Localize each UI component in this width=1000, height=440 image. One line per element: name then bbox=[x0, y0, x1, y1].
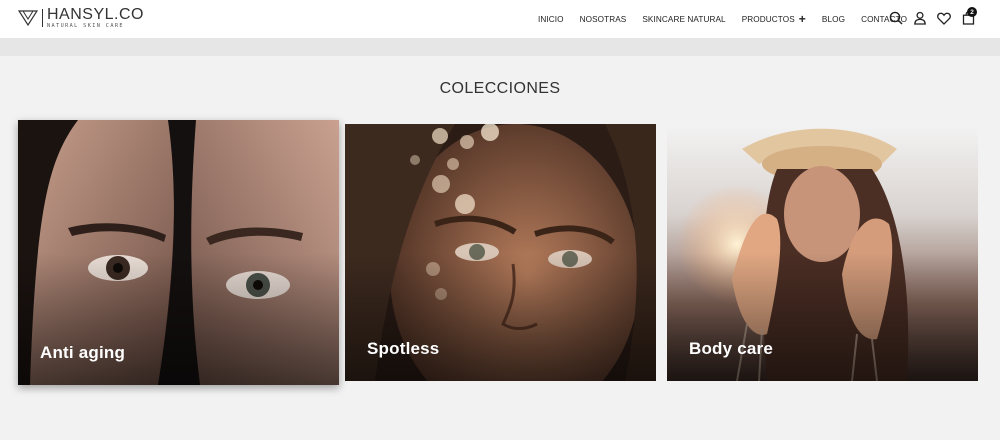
card-gradient-overlay bbox=[345, 252, 656, 381]
site-header: HANSYL.CO NATURAL SKIN CARE INICIO NOSOT… bbox=[0, 0, 1000, 38]
collection-label-body-care: Body care bbox=[689, 339, 774, 358]
logo-divider bbox=[42, 9, 43, 27]
plus-icon: + bbox=[798, 12, 806, 26]
cart-count-badge: 2 bbox=[967, 7, 977, 17]
brand-tagline: NATURAL SKIN CARE bbox=[47, 22, 124, 29]
collection-card-spotless[interactable]: Spotless bbox=[345, 124, 656, 381]
nav-item-nosotras[interactable]: NOSOTRAS bbox=[580, 15, 627, 24]
brand-logo[interactable]: HANSYL.CO NATURAL SKIN CARE bbox=[18, 5, 144, 29]
brand-name: HANSYL.CO bbox=[47, 5, 144, 23]
nav-item-skincare-natural[interactable]: SKINCARE NATURAL bbox=[642, 15, 725, 24]
search-icon bbox=[889, 11, 903, 25]
nav-item-productos-label: PRODUCTOS bbox=[741, 14, 795, 24]
nav-item-blog[interactable]: BLOG bbox=[822, 15, 845, 24]
collection-label-anti-aging: Anti aging bbox=[40, 343, 126, 362]
account-button[interactable] bbox=[910, 8, 930, 28]
search-button[interactable] bbox=[886, 8, 906, 28]
user-icon bbox=[914, 11, 926, 25]
nav-item-inicio[interactable]: INICIO bbox=[538, 15, 564, 24]
cart-button[interactable]: 2 bbox=[958, 7, 978, 28]
main-nav: INICIO NOSOTRAS SKINCARE NATURAL PRODUCT… bbox=[538, 0, 923, 38]
heart-icon bbox=[937, 12, 951, 25]
nav-item-productos[interactable]: PRODUCTOS + bbox=[742, 13, 806, 25]
card-gradient-overlay bbox=[667, 252, 978, 381]
collection-card-anti-aging[interactable]: Anti aging bbox=[18, 120, 339, 385]
collection-card-body-care[interactable]: Body care bbox=[667, 124, 978, 381]
wishlist-button[interactable] bbox=[934, 8, 954, 28]
section-title: COLECCIONES bbox=[439, 80, 561, 97]
triangle-logo-icon bbox=[18, 10, 38, 26]
grey-band bbox=[0, 38, 1000, 56]
collection-label-spotless: Spotless bbox=[367, 339, 440, 358]
logo-wordmark: HANSYL.CO NATURAL SKIN CARE bbox=[47, 5, 144, 29]
header-icons: 2 bbox=[886, 7, 982, 28]
card-gradient-overlay bbox=[18, 252, 339, 385]
